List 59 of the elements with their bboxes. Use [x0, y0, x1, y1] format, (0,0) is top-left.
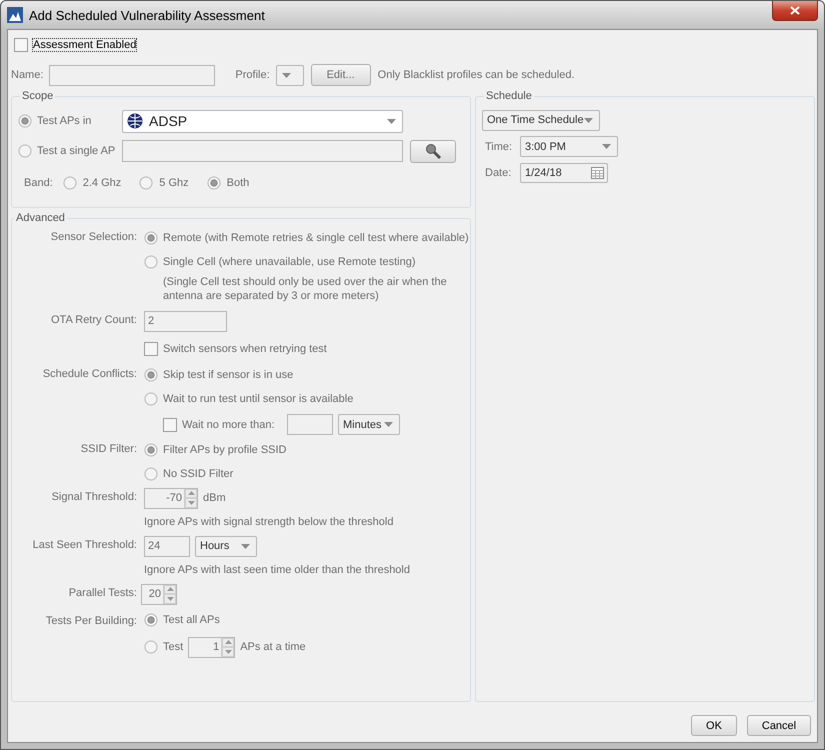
dropdown-value: ADSP [149, 113, 188, 129]
checkbox-label: Assessment Enabled [33, 39, 136, 51]
dropdown-value: Minutes [343, 418, 382, 430]
dialog-button[interactable]: Cancel [747, 715, 811, 736]
location-dropdown[interactable]: ADSP [122, 110, 403, 132]
option-label: Test [163, 641, 184, 653]
retry-count-field[interactable]: 2 [144, 310, 227, 332]
parallel-spinner[interactable]: 20 [141, 584, 177, 604]
field-label: Tests Per Building: [44, 614, 137, 629]
count-spinner[interactable]: 1 [188, 636, 236, 658]
unit-label: dBm [203, 492, 226, 504]
option-label: Test APs in [37, 115, 92, 127]
field-label: Sensor Selection: [50, 230, 137, 245]
option-label: Test all APs [163, 614, 220, 626]
panel-title: Scope [21, 90, 54, 102]
name-label: Name: [11, 69, 44, 81]
band-label: Band: [24, 177, 53, 189]
field-label: SSID Filter: [80, 442, 137, 457]
option-label: Test a single AP [37, 145, 116, 157]
help-text: Ignore APs with last seen time older than the threshold [144, 563, 411, 578]
panel-title: Advanced [15, 212, 66, 224]
option-label: No SSID Filter [163, 468, 234, 480]
option-label: Remote (with Remote retries & single cell test where available) [163, 232, 469, 244]
option-label: Filter APs by profile SSID [163, 444, 286, 456]
field-label: Time: [485, 140, 514, 152]
date-value: 1/24/18 [525, 166, 562, 178]
checkbox-label: Wait no more than: [182, 418, 276, 430]
field-label: OTA Retry Count: [50, 313, 137, 328]
window-title: Add Scheduled Vulnerability Assessment [29, 8, 266, 22]
field-label: Schedule Conflicts: [42, 367, 137, 382]
date-field[interactable]: 1/24/18 [520, 162, 608, 182]
time-dropdown[interactable]: 3:00 PM [520, 136, 618, 157]
option-label: 2.4 Ghz [82, 177, 122, 189]
dropdown-value: One Time Schedule [487, 114, 584, 126]
field-label: Signal Threshold: [50, 490, 137, 505]
unit-dropdown[interactable]: Hours [195, 536, 257, 556]
option-label: Single Cell (where unavailable, use Remote testing) [163, 256, 416, 268]
option-label: Skip test if sensor is in use [163, 369, 294, 381]
edit-button[interactable]: Edit... [310, 64, 371, 86]
checkbox-label: Switch sensors when retrying test [163, 343, 327, 355]
panel-title: Schedule [485, 90, 533, 102]
field-label: Parallel Tests: [68, 586, 137, 601]
dropdown-value: Hours [200, 540, 230, 552]
option-label: 5 Ghz [159, 177, 189, 189]
profile-label: Profile: [235, 69, 270, 81]
profile-note: Only Blacklist profiles can be scheduled. [378, 69, 575, 81]
last-seen-field[interactable]: 24 [144, 536, 190, 556]
option-label: APs at a time [240, 641, 306, 653]
unit-dropdown[interactable]: Minutes [338, 414, 400, 435]
dropdown-value: 3:00 PM [525, 140, 566, 152]
dialog-button[interactable]: OK [691, 715, 737, 736]
signal-spinner[interactable]: -70 [144, 488, 198, 508]
help-text: Ignore APs with signal strength below the threshold [144, 515, 394, 530]
field-label: Last Seen Threshold: [32, 538, 137, 553]
help-text: (Single Cell test should only be used over the air when the antenna are separated by 3 or more meters) [162, 275, 448, 304]
option-label: Wait to run test until sensor is available [163, 393, 354, 405]
option-label: Both [226, 177, 250, 189]
field-label: Date: [485, 166, 512, 178]
schedule-type-dropdown[interactable]: One Time Schedule [482, 110, 600, 130]
